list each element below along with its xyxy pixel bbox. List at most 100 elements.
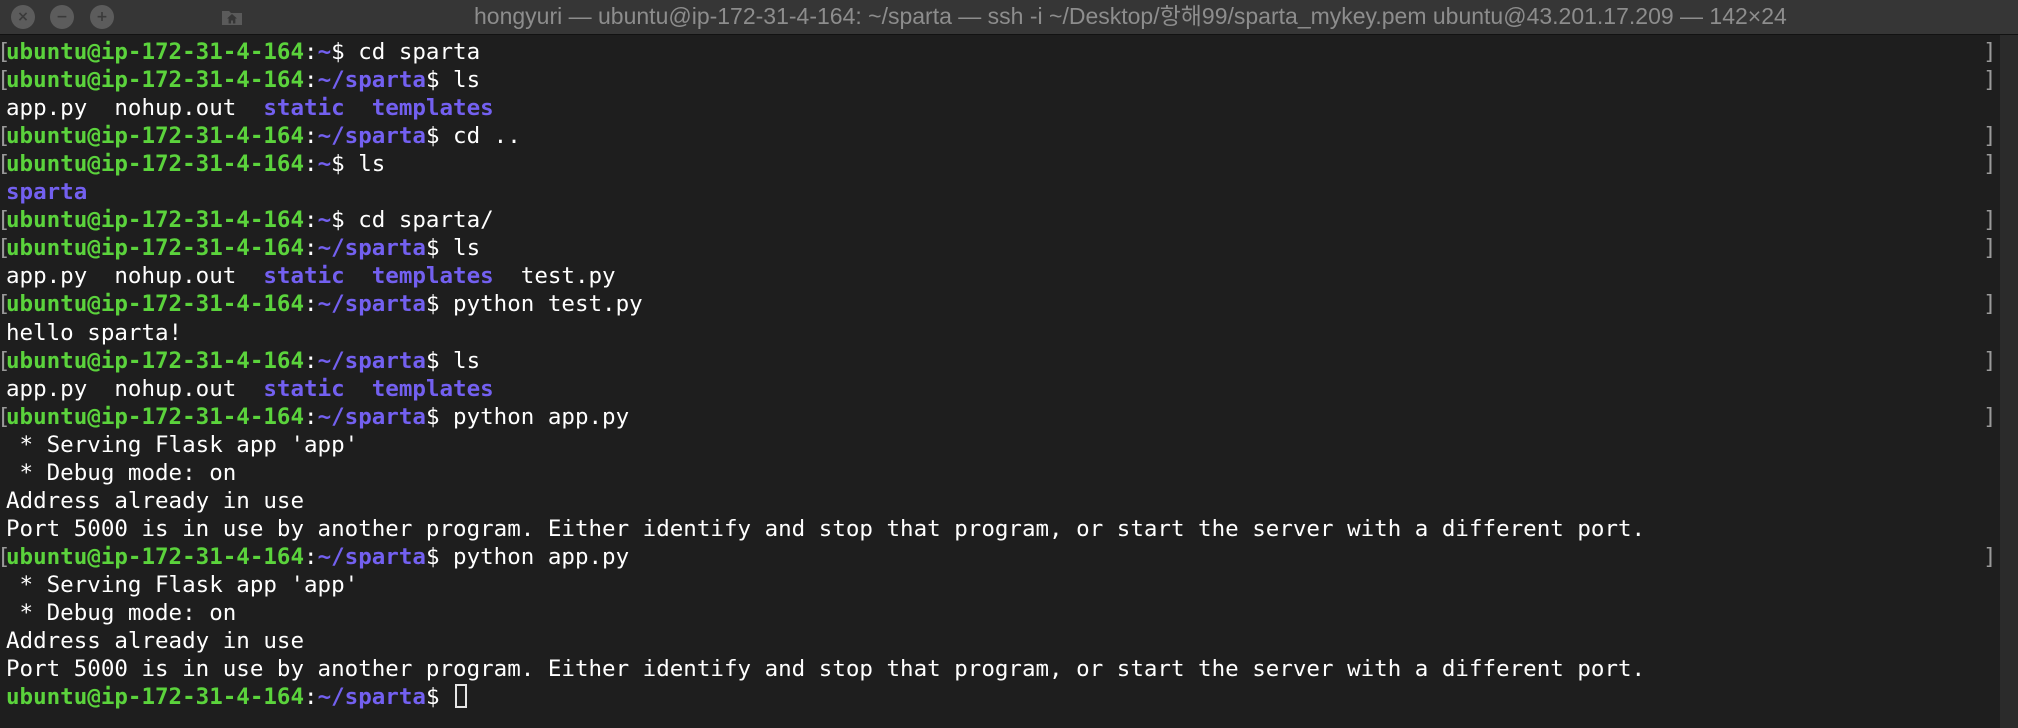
prompt-dollar: $: [425, 123, 454, 150]
prompt-colon: :: [304, 151, 318, 178]
prompt-user-host: ubuntu@ip-172-31-4-164: [6, 235, 305, 262]
line-text: Port 5000 is in use by another program. …: [6, 655, 1645, 683]
prompt-user-host: ubuntu@ip-172-31-4-164: [6, 543, 305, 570]
output-text: * Serving Flask app 'app': [6, 431, 359, 458]
prompt-path: ~: [317, 207, 332, 234]
ls-file-entry: app.py: [6, 375, 88, 402]
terminal-line: []ubuntu@ip-172-31-4-164:~$ ls: [0, 150, 1998, 178]
prompt-colon: :: [304, 67, 318, 94]
prompt-mark-right: ]: [1983, 291, 1997, 318]
prompt-dollar: $: [425, 67, 454, 94]
output-text: * Debug mode: on: [6, 600, 237, 626]
prompt-mark-right: ]: [1983, 403, 1997, 430]
prompt-mark-right: ]: [1983, 151, 1997, 178]
prompt-colon: :: [304, 684, 318, 711]
prompt-mark-right: ]: [1983, 235, 1997, 262]
output-text: hello sparta!: [6, 319, 183, 346]
line-text: ubuntu@ip-172-31-4-164:~/sparta$ ls: [6, 234, 480, 262]
output-text: Port 5000 is in use by another program. …: [6, 656, 1646, 683]
prompt-mark-right: ]: [1983, 123, 1997, 150]
output-text: Address already in use: [6, 487, 305, 514]
line-text: * Debug mode: on: [6, 459, 237, 487]
minimize-icon: −: [56, 9, 68, 25]
ls-file-entry: nohup.out: [114, 375, 237, 402]
zoom-button[interactable]: +: [90, 5, 114, 29]
prompt-mark-right: ]: [1983, 67, 1997, 94]
minimize-button[interactable]: −: [50, 5, 74, 29]
prompt-user-host: ubuntu@ip-172-31-4-164: [6, 347, 305, 374]
window-title-text: hongyuri — ubuntu@ip-172-31-4-164: ~/spa…: [474, 3, 1787, 29]
terminal-line: []ubuntu@ip-172-31-4-164:~/sparta$ ls: [0, 66, 1998, 94]
terminal-line: Address already in use: [0, 487, 1998, 515]
prompt-path: ~/sparta: [317, 67, 426, 94]
line-text: app.py nohup.out static templates test.p…: [6, 262, 616, 290]
line-text: Address already in use: [6, 487, 304, 515]
prompt-colon: :: [304, 235, 318, 262]
line-text: ubuntu@ip-172-31-4-164:~/sparta$ python …: [6, 543, 629, 571]
terminal-line: app.py nohup.out static templates test.p…: [0, 262, 1998, 290]
line-text: ubuntu@ip-172-31-4-164:~/sparta$ ls: [6, 66, 480, 94]
terminal-line: ubuntu@ip-172-31-4-164:~/sparta$: [0, 683, 1998, 711]
ls-directory-entry: static: [263, 95, 345, 122]
prompt-command: cd ..: [453, 123, 521, 150]
prompt-dollar: $: [331, 207, 359, 234]
prompt-command: ls: [358, 151, 386, 178]
terminal-line: Port 5000 is in use by another program. …: [0, 655, 1998, 683]
line-text: ubuntu@ip-172-31-4-164:~/sparta$ cd ..: [6, 122, 521, 150]
prompt-path: ~/sparta: [317, 403, 426, 430]
line-text: ubuntu@ip-172-31-4-164:~$ cd sparta: [6, 38, 480, 66]
prompt-path: ~/sparta: [317, 291, 426, 318]
prompt-user-host: ubuntu@ip-172-31-4-164: [6, 207, 305, 234]
terminal-line: Port 5000 is in use by another program. …: [0, 515, 1998, 543]
terminal-line: []ubuntu@ip-172-31-4-164:~/sparta$ cd ..: [0, 122, 1998, 150]
terminal-window: × − + hongyuri — ubuntu@ip-172-31-4-164:…: [0, 0, 2018, 728]
ls-directory-entry: sparta: [6, 179, 88, 206]
prompt-command: python app.py: [453, 403, 630, 430]
line-text: * Serving Flask app 'app': [6, 571, 359, 599]
prompt-path: ~/sparta: [317, 347, 426, 374]
line-text: app.py nohup.out static templates: [6, 94, 494, 122]
line-text: Address already in use: [6, 627, 304, 655]
ls-directory-entry: templates: [371, 263, 494, 290]
line-text: ubuntu@ip-172-31-4-164:~/sparta$ python …: [6, 290, 643, 318]
ls-file-entry: nohup.out: [114, 95, 237, 122]
terminal-line: []ubuntu@ip-172-31-4-164:~$ cd sparta/: [0, 206, 1998, 234]
scrollbar[interactable]: [2000, 35, 2018, 728]
ls-directory-entry: templates: [371, 375, 494, 402]
prompt-command: ls: [453, 67, 481, 94]
line-text: * Debug mode: on: [6, 599, 237, 627]
prompt-path: ~/sparta: [317, 123, 426, 150]
text-cursor[interactable]: [455, 684, 468, 709]
terminal-line: app.py nohup.out static templates: [0, 375, 1998, 403]
terminal-line: []ubuntu@ip-172-31-4-164:~/sparta$ pytho…: [0, 543, 1998, 571]
prompt-dollar: $: [425, 403, 454, 430]
prompt-colon: :: [304, 403, 318, 430]
line-text: ubuntu@ip-172-31-4-164:~$ ls: [6, 150, 385, 178]
terminal-line: []ubuntu@ip-172-31-4-164:~$ cd sparta: [0, 38, 1998, 66]
terminal-line: Address already in use: [0, 627, 1998, 655]
prompt-colon: :: [304, 207, 318, 234]
prompt-mark-right: ]: [1983, 207, 1997, 234]
prompt-command: cd sparta/: [358, 207, 494, 234]
prompt-user-host: ubuntu@ip-172-31-4-164: [6, 151, 305, 178]
ls-file-entry: nohup.out: [114, 263, 237, 290]
prompt-dollar: $: [425, 347, 454, 374]
line-text: ubuntu@ip-172-31-4-164:~/sparta$ ls: [6, 347, 480, 375]
terminal-output[interactable]: []ubuntu@ip-172-31-4-164:~$ cd sparta []u…: [0, 35, 1998, 728]
line-text: * Serving Flask app 'app': [6, 431, 359, 459]
prompt-dollar: $: [425, 291, 454, 318]
line-text: ubuntu@ip-172-31-4-164:~/sparta$: [6, 683, 468, 711]
prompt-user-host: ubuntu@ip-172-31-4-164: [6, 291, 305, 318]
prompt-command: python app.py: [453, 543, 630, 570]
prompt-user-host: ubuntu@ip-172-31-4-164: [6, 123, 305, 150]
prompt-path: ~/sparta: [317, 684, 426, 711]
prompt-colon: :: [304, 123, 318, 150]
output-text: Port 5000 is in use by another program. …: [6, 515, 1646, 542]
prompt-dollar: $: [425, 684, 454, 711]
prompt-dollar: $: [331, 151, 359, 178]
ls-file-entry: test.py: [520, 263, 616, 290]
home-folder-icon: [222, 11, 242, 25]
close-button[interactable]: ×: [11, 5, 35, 29]
prompt-command: cd sparta: [358, 39, 481, 65]
prompt-mark-right: ]: [1983, 347, 1997, 374]
